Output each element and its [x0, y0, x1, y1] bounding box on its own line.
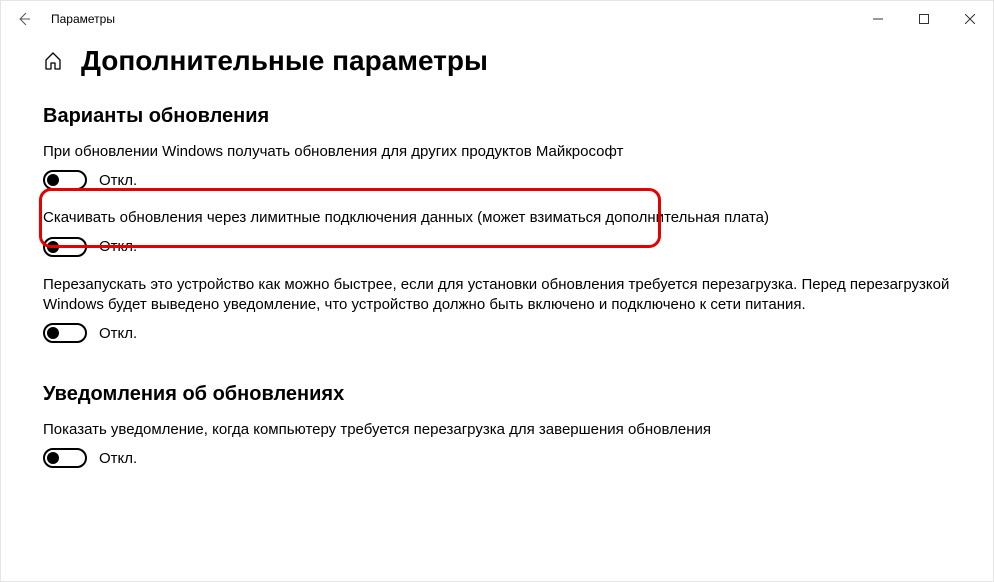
toggle-knob [47, 452, 59, 464]
page-title: Дополнительные параметры [81, 45, 488, 77]
page-header: Дополнительные параметры [43, 45, 951, 77]
titlebar: Параметры [1, 1, 993, 37]
window-controls [855, 1, 993, 37]
setting-label: При обновлении Windows получать обновлен… [43, 142, 951, 162]
toggle-row: Откл. [43, 323, 951, 343]
toggle-row: Откл. [43, 170, 951, 190]
setting-label: Показать уведомление, когда компьютеру т… [43, 420, 951, 440]
section-update-options-title: Варианты обновления [43, 105, 951, 128]
setting-label: Перезапускать это устройство как можно б… [43, 275, 951, 316]
toggle-state-label: Откл. [99, 450, 137, 467]
toggle-switch[interactable] [43, 323, 87, 343]
setting-restart-asap: Перезапускать это устройство как можно б… [43, 275, 951, 344]
toggle-state-label: Откл. [99, 238, 137, 255]
window-title: Параметры [51, 12, 115, 26]
toggle-switch[interactable] [43, 170, 87, 190]
toggle-state-label: Откл. [99, 172, 137, 189]
minimize-button[interactable] [855, 1, 901, 37]
maximize-button[interactable] [901, 1, 947, 37]
home-button[interactable] [43, 51, 63, 71]
setting-restart-notification: Показать уведомление, когда компьютеру т… [43, 420, 951, 468]
toggle-switch[interactable] [43, 448, 87, 468]
toggle-row: Откл. [43, 448, 951, 468]
toggle-switch[interactable] [43, 237, 87, 257]
toggle-knob [47, 327, 59, 339]
setting-label: Скачивать обновления через лимитные подк… [43, 208, 951, 228]
close-button[interactable] [947, 1, 993, 37]
toggle-knob [47, 241, 59, 253]
toggle-state-label: Откл. [99, 325, 137, 342]
toggle-knob [47, 174, 59, 186]
back-button[interactable] [15, 10, 33, 28]
setting-metered-connection: Скачивать обновления через лимитные подк… [43, 208, 951, 256]
content-area: Дополнительные параметры Варианты обновл… [1, 37, 993, 468]
setting-ms-products-updates: При обновлении Windows получать обновлен… [43, 142, 951, 190]
section-notifications-title: Уведомления об обновлениях [43, 383, 951, 406]
toggle-row: Откл. [43, 237, 951, 257]
